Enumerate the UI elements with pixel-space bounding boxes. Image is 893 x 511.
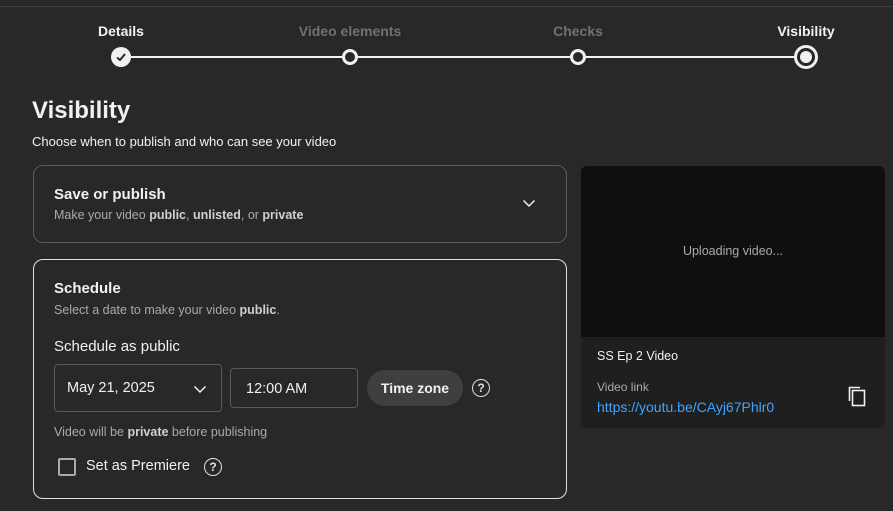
premiere-checkbox[interactable] (58, 458, 76, 476)
date-value: May 21, 2025 (67, 380, 155, 396)
step-video-elements-label[interactable]: Video elements (299, 23, 401, 39)
save-or-publish-card[interactable]: Save or publish Make your video public, … (33, 165, 567, 243)
video-link-label: Video link (597, 380, 649, 394)
video-link[interactable]: https://youtu.be/CAyj67Phlr0 (597, 399, 774, 415)
save-sub-sep1: , (186, 208, 193, 222)
video-title: SS Ep 2 Video (597, 349, 679, 363)
step-visibility-label[interactable]: Visibility (777, 23, 834, 39)
video-preview-panel: Uploading video... SS Ep 2 Video Video l… (581, 166, 885, 428)
step-video-elements-dot-icon[interactable] (342, 49, 358, 65)
save-sub-prefix: Make your video (54, 208, 150, 222)
time-zone-button[interactable]: Time zone (367, 370, 463, 406)
copy-icon[interactable] (847, 385, 867, 407)
help-icon[interactable]: ? (472, 379, 490, 397)
step-details-check-icon[interactable] (111, 47, 131, 67)
schedule-sub-public: public (239, 303, 277, 317)
save-or-publish-title: Save or publish (54, 186, 166, 203)
save-or-publish-subtitle: Make your video public, unlisted, or pri… (54, 208, 303, 222)
step-details-label[interactable]: Details (98, 23, 144, 39)
schedule-subtitle: Select a date to make your video public. (54, 303, 280, 317)
note-prefix: Video will be (54, 425, 128, 439)
uploading-status: Uploading video... (682, 244, 784, 258)
date-picker[interactable]: May 21, 2025 (54, 364, 222, 412)
stepper-line (121, 56, 806, 58)
schedule-as-public-label: Schedule as public (54, 338, 180, 355)
save-sub-unlisted: unlisted (192, 208, 241, 222)
note-suffix: before publishing (168, 425, 268, 439)
chevron-down-icon (193, 385, 207, 394)
save-sub-sep2: , or (240, 208, 263, 222)
chevron-down-icon[interactable] (522, 196, 536, 210)
page-subtitle: Choose when to publish and who can see y… (32, 134, 337, 149)
save-sub-private: private (262, 208, 304, 222)
step-checks-dot-icon[interactable] (570, 49, 586, 65)
upload-stepper: Details Video elements Checks Visibility (0, 0, 893, 80)
time-input[interactable]: 12:00 AM (230, 368, 358, 408)
schedule-card: Schedule Select a date to make your vide… (33, 259, 567, 499)
step-checks-label[interactable]: Checks (553, 23, 603, 39)
video-thumbnail-area: Uploading video... (581, 166, 885, 337)
step-visibility-current-icon[interactable] (794, 45, 818, 69)
schedule-sub-suffix: . (276, 303, 280, 317)
schedule-sub-prefix: Select a date to make your video (54, 303, 240, 317)
time-value: 12:00 AM (246, 381, 308, 397)
help-icon[interactable]: ? (204, 458, 222, 476)
save-sub-public: public (149, 208, 186, 222)
private-before-publishing-note: Video will be private before publishing (54, 425, 267, 439)
schedule-title: Schedule (54, 280, 121, 297)
page-title: Visibility (32, 97, 131, 124)
premiere-label[interactable]: Set as Premiere (86, 458, 190, 474)
note-private: private (127, 425, 169, 439)
